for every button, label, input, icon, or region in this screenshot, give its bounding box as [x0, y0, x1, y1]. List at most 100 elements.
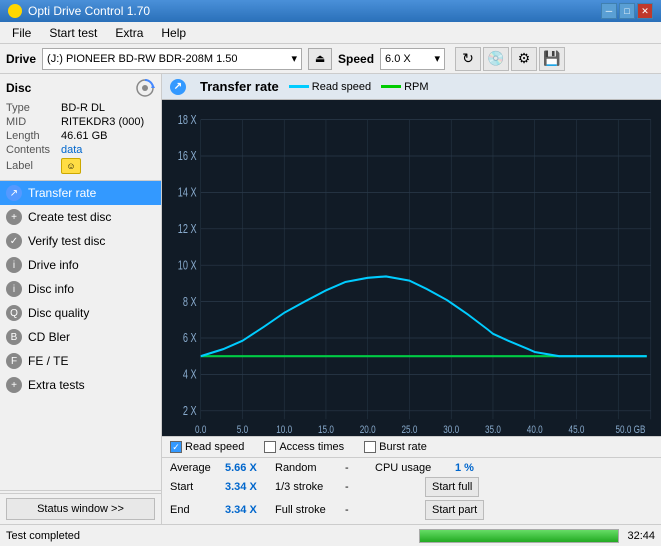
minimize-button[interactable]: ─: [601, 3, 617, 19]
status-progress-fill: [420, 530, 618, 542]
random-value: -: [345, 462, 375, 474]
disc-length-value: 46.61 GB: [61, 130, 155, 142]
drive-value: (J:) PIONEER BD-RW BDR-208M 1.50: [47, 53, 238, 65]
nav-drive-info-label: Drive info: [28, 258, 79, 272]
disc-info-icon: i: [6, 281, 22, 297]
svg-text:2 X: 2 X: [183, 405, 197, 419]
speed-selector[interactable]: 6.0 X ▾: [380, 48, 445, 70]
start-part-label: Start part: [432, 504, 477, 516]
verify-test-disc-icon: ✓: [6, 233, 22, 249]
disc-button[interactable]: 💿: [483, 47, 509, 71]
legend-rpm-color: [381, 85, 401, 88]
nav-disc-info-label: Disc info: [28, 282, 74, 296]
svg-text:15.0: 15.0: [318, 424, 334, 436]
access-times-checkbox[interactable]: Access times: [264, 441, 344, 453]
legend-read-speed: Read speed: [289, 81, 371, 93]
start-value: 3.34 X: [225, 481, 275, 493]
extra-tests-icon: +: [6, 377, 22, 393]
burst-rate-checkbox[interactable]: Burst rate: [364, 441, 427, 453]
disc-panel: Disc Type BD-R DL MID RITEKDR3 (000): [0, 74, 161, 181]
start-label: Start: [170, 481, 225, 493]
svg-text:45.0: 45.0: [569, 424, 585, 436]
maximize-button[interactable]: □: [619, 3, 635, 19]
nav-extra-tests[interactable]: + Extra tests: [0, 373, 161, 397]
svg-text:12 X: 12 X: [178, 223, 197, 237]
drive-info-icon: i: [6, 257, 22, 273]
cd-bler-icon: B: [6, 329, 22, 345]
average-value: 5.66 X: [225, 462, 275, 474]
svg-text:14 X: 14 X: [178, 186, 197, 200]
drive-label: Drive: [6, 52, 36, 66]
menu-extra[interactable]: Extra: [107, 24, 151, 42]
title-bar: Opti Drive Control 1.70 ─ □ ✕: [0, 0, 661, 22]
end-label: End: [170, 504, 225, 516]
svg-text:0.0: 0.0: [195, 424, 207, 436]
legend-read-speed-label: Read speed: [312, 81, 371, 93]
nav-transfer-rate[interactable]: ↗ Transfer rate: [0, 181, 161, 205]
status-text: Test completed: [6, 530, 411, 542]
svg-text:10 X: 10 X: [178, 259, 197, 273]
disc-type-value: BD-R DL: [61, 102, 155, 114]
chart-icon-symbol: ↗: [174, 81, 182, 92]
toolbar-icons: ↻ 💿 ⚙ 💾: [455, 47, 565, 71]
nav-drive-info[interactable]: i Drive info: [0, 253, 161, 277]
legend-rpm-label: RPM: [404, 81, 428, 93]
read-speed-checkbox-label: Read speed: [185, 441, 244, 453]
svg-text:16 X: 16 X: [178, 150, 197, 164]
svg-text:30.0: 30.0: [443, 424, 459, 436]
read-speed-checkbox[interactable]: ✓ Read speed: [170, 441, 244, 453]
app-icon: [8, 4, 22, 18]
settings-button[interactable]: ⚙: [511, 47, 537, 71]
save-button[interactable]: 💾: [539, 47, 565, 71]
nav-disc-quality[interactable]: Q Disc quality: [0, 301, 161, 325]
start-part-button[interactable]: Start part: [425, 500, 484, 520]
status-bar: Test completed 32:44: [0, 524, 661, 546]
legend-rpm: RPM: [381, 81, 428, 93]
read-speed-checkbox-box: ✓: [170, 441, 182, 453]
nav-create-test-disc-label: Create test disc: [28, 210, 111, 224]
chart-svg: 18 X 16 X 14 X 12 X 10 X 8 X 6 X 4 X 2 X…: [162, 100, 661, 436]
disc-label-row: Label ☺: [6, 158, 155, 174]
start-full-button[interactable]: Start full: [425, 477, 479, 497]
disc-refresh-icon[interactable]: [135, 78, 155, 98]
nav-divider: [0, 490, 161, 491]
status-window-button[interactable]: Status window >>: [6, 498, 155, 520]
status-window-label: Status window >>: [37, 503, 124, 515]
svg-text:25.0: 25.0: [402, 424, 418, 436]
nav-disc-info[interactable]: i Disc info: [0, 277, 161, 301]
access-times-checkbox-box: [264, 441, 276, 453]
nav-cd-bler-label: CD Bler: [28, 330, 70, 344]
nav-extra-tests-label: Extra tests: [28, 378, 85, 392]
legend-read-speed-color: [289, 85, 309, 88]
svg-text:4 X: 4 X: [183, 368, 197, 382]
drive-selector[interactable]: (J:) PIONEER BD-RW BDR-208M 1.50 ▾: [42, 48, 302, 70]
svg-text:5.0: 5.0: [237, 424, 249, 436]
menu-start-test[interactable]: Start test: [41, 24, 105, 42]
svg-text:50.0 GB: 50.0 GB: [616, 424, 646, 436]
disc-quality-icon: Q: [6, 305, 22, 321]
disc-label-button[interactable]: ☺: [61, 158, 81, 174]
nav-fe-te[interactable]: F FE / TE: [0, 349, 161, 373]
chart-header: ↗ Transfer rate Read speed RPM: [162, 74, 661, 100]
close-button[interactable]: ✕: [637, 3, 653, 19]
eject-button[interactable]: ⏏: [308, 48, 332, 70]
menu-help[interactable]: Help: [153, 24, 194, 42]
random-label: Random: [275, 462, 345, 474]
disc-mid-label: MID: [6, 116, 61, 128]
nav-create-test-disc[interactable]: + Create test disc: [0, 205, 161, 229]
disc-header: Disc: [6, 78, 155, 98]
fullstroke-value: -: [345, 504, 425, 516]
nav-verify-test-disc[interactable]: ✓ Verify test disc: [0, 229, 161, 253]
nav-transfer-rate-label: Transfer rate: [28, 186, 96, 200]
disc-length-row: Length 46.61 GB: [6, 130, 155, 142]
content-area: ↗ Transfer rate Read speed RPM: [162, 74, 661, 524]
nav-cd-bler[interactable]: B CD Bler: [0, 325, 161, 349]
refresh-button[interactable]: ↻: [455, 47, 481, 71]
svg-text:40.0: 40.0: [527, 424, 543, 436]
chart-checkboxes: ✓ Read speed Access times Burst rate: [162, 436, 661, 458]
fe-te-icon: F: [6, 353, 22, 369]
menu-file[interactable]: File: [4, 24, 39, 42]
svg-text:20.0: 20.0: [360, 424, 376, 436]
start-full-label: Start full: [432, 481, 472, 493]
speed-value: 6.0 X: [385, 53, 411, 65]
